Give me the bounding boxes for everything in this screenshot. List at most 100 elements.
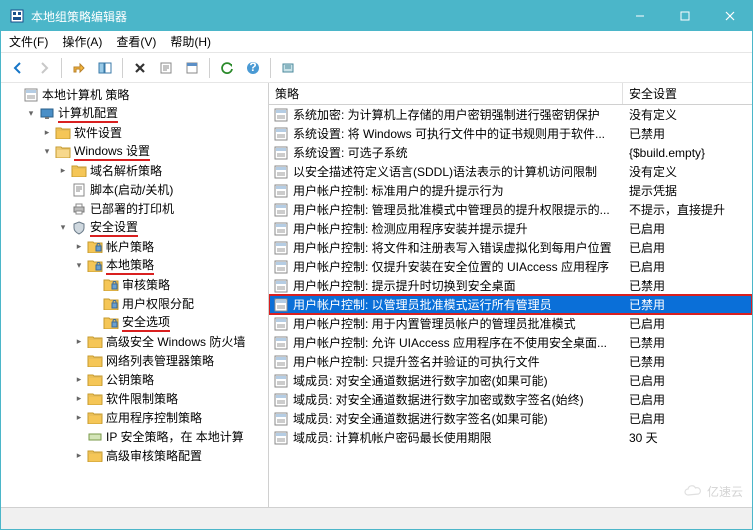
export-button[interactable]: [155, 57, 177, 79]
policy-setting: 已启用: [623, 391, 752, 408]
list-row[interactable]: 用户帐户控制: 以管理员批准模式运行所有管理员 已禁用: [269, 295, 752, 314]
chevron-down-icon[interactable]: ▾: [73, 260, 85, 272]
chevron-down-icon[interactable]: ▾: [57, 222, 69, 234]
up-button[interactable]: [68, 57, 90, 79]
list-row[interactable]: 用户帐户控制: 用于内置管理员帐户的管理员批准模式 已启用: [269, 314, 752, 333]
tree-advanced-firewall[interactable]: ▸ 高级安全 Windows 防火墙: [5, 332, 268, 351]
forward-button[interactable]: [33, 57, 55, 79]
list-header: 策略 安全设置: [269, 83, 752, 105]
tree-user-rights-label: 用户权限分配: [122, 295, 194, 312]
policy-name: 用户帐户控制: 标准用户的提升提示行为: [293, 182, 504, 199]
list-row[interactable]: 系统加密: 为计算机上存储的用户密钥强制进行强密钥保护 没有定义: [269, 105, 752, 124]
policy-item-icon: [273, 240, 289, 256]
tree-user-rights[interactable]: 用户权限分配: [5, 294, 268, 313]
policy-item-icon: [273, 145, 289, 161]
list-row[interactable]: 用户帐户控制: 将文件和注册表写入错误虚拟化到每用户位置 已启用: [269, 238, 752, 257]
list-row[interactable]: 用户帐户控制: 允许 UIAccess 应用程序在不使用安全桌面... 已禁用: [269, 333, 752, 352]
tree-deployed-printers[interactable]: 已部署的打印机: [5, 199, 268, 218]
policy-setting: 已启用: [623, 220, 752, 237]
chevron-right-icon[interactable]: ▸: [73, 393, 85, 405]
tree-computer-config[interactable]: ▾ 计算机配置: [5, 104, 268, 123]
tree-local-policy[interactable]: ▾ 本地策略: [5, 256, 268, 275]
tree-software-restrict-label: 软件限制策略: [106, 390, 178, 407]
tree-windows-settings[interactable]: ▾ Windows 设置: [5, 142, 268, 161]
policy-setting: 没有定义: [623, 163, 752, 180]
tree-app-control[interactable]: ▸ 应用程序控制策略: [5, 408, 268, 427]
policy-setting: 已禁用: [623, 296, 752, 313]
tree-account-policy[interactable]: ▸ 帐户策略: [5, 237, 268, 256]
tree-software-restrict[interactable]: ▸ 软件限制策略: [5, 389, 268, 408]
chevron-right-icon[interactable]: ▸: [73, 336, 85, 348]
tree-software-settings[interactable]: ▸ 软件设置: [5, 123, 268, 142]
chevron-right-icon[interactable]: ▸: [41, 127, 53, 139]
tree-root-icon: [23, 87, 39, 103]
minimize-button[interactable]: [617, 1, 662, 31]
list-row[interactable]: 域成员: 对安全通道数据进行数字签名(如果可能) 已启用: [269, 409, 752, 428]
tree-ip-security[interactable]: IP 安全策略，在 本地计算: [5, 427, 268, 446]
tree-software-settings-label: 软件设置: [74, 124, 122, 141]
list-pane[interactable]: 策略 安全设置 系统加密: 为计算机上存储的用户密钥强制进行强密钥保护 没有定义…: [269, 83, 752, 507]
tree-pane[interactable]: 本地计算机 策略 ▾ 计算机配置 ▸ 软件设置 ▾ Windows 设置 ▸ 域…: [1, 83, 269, 507]
filter-button[interactable]: [277, 57, 299, 79]
chevron-right-icon[interactable]: ▸: [73, 241, 85, 253]
col-policy-header[interactable]: 策略: [269, 83, 623, 104]
showhide-button[interactable]: [94, 57, 116, 79]
menu-help[interactable]: 帮助(H): [170, 33, 211, 50]
window-title: 本地组策略编辑器: [31, 8, 617, 25]
policy-item-icon: [273, 297, 289, 313]
back-button[interactable]: [7, 57, 29, 79]
tree-scripts[interactable]: 脚本(启动/关机): [5, 180, 268, 199]
list-row[interactable]: 用户帐户控制: 管理员批准模式中管理员的提升权限提示的... 不提示，直接提升: [269, 200, 752, 219]
tree-network-list[interactable]: 网络列表管理器策略: [5, 351, 268, 370]
list-row[interactable]: 用户帐户控制: 检测应用程序安装并提示提升 已启用: [269, 219, 752, 238]
menu-file[interactable]: 文件(F): [9, 33, 48, 50]
tree-advanced-firewall-icon: [87, 334, 103, 350]
menu-view[interactable]: 查看(V): [116, 33, 156, 50]
list-row[interactable]: 用户帐户控制: 只提升签名并验证的可执行文件 已禁用: [269, 352, 752, 371]
tree-deployed-printers-icon: [71, 201, 87, 217]
tree-account-policy-icon: [87, 239, 103, 255]
policy-item-icon: [273, 278, 289, 294]
list-row[interactable]: 用户帐户控制: 仅提升安装在安全位置的 UIAccess 应用程序 已启用: [269, 257, 752, 276]
list-row[interactable]: 域成员: 对安全通道数据进行数字加密(如果可能) 已启用: [269, 371, 752, 390]
chevron-down-icon[interactable]: ▾: [41, 146, 53, 158]
maximize-button[interactable]: [662, 1, 707, 31]
tree-advanced-audit[interactable]: ▸ 高级审核策略配置: [5, 446, 268, 465]
tree-audit-policy[interactable]: 审核策略: [5, 275, 268, 294]
chevron-down-icon[interactable]: ▾: [25, 108, 37, 120]
list-row[interactable]: 用户帐户控制: 标准用户的提升提示行为 提示凭据: [269, 181, 752, 200]
help-button[interactable]: ?: [242, 57, 264, 79]
list-row[interactable]: 系统设置: 可选子系统 {$build.empty}: [269, 143, 752, 162]
chevron-right-icon[interactable]: ▸: [73, 374, 85, 386]
chevron-right-icon[interactable]: ▸: [57, 165, 69, 177]
tree-security-options[interactable]: 安全选项: [5, 313, 268, 332]
tree-root[interactable]: 本地计算机 策略: [5, 85, 268, 104]
col-setting-header[interactable]: 安全设置: [623, 85, 752, 102]
tree-dns-policy[interactable]: ▸ 域名解析策略: [5, 161, 268, 180]
policy-name: 系统加密: 为计算机上存储的用户密钥强制进行强密钥保护: [293, 106, 600, 123]
list-row[interactable]: 以安全描述符定义语言(SDDL)语法表示的计算机访问限制 没有定义: [269, 162, 752, 181]
policy-name: 系统设置: 将 Windows 可执行文件中的证书规则用于软件...: [293, 125, 605, 142]
refresh-button[interactable]: [216, 57, 238, 79]
chevron-right-icon[interactable]: ▸: [73, 450, 85, 462]
delete-button[interactable]: [129, 57, 151, 79]
chevron-right-icon[interactable]: ▸: [73, 412, 85, 424]
properties-button[interactable]: [181, 57, 203, 79]
tree-security-settings-icon: [71, 220, 87, 236]
menu-action[interactable]: 操作(A): [62, 33, 102, 50]
tree-security-settings[interactable]: ▾ 安全设置: [5, 218, 268, 237]
list-row[interactable]: 域成员: 计算机帐户密码最长使用期限 30 天: [269, 428, 752, 447]
toolbar-sep: [61, 58, 62, 78]
policy-name: 用户帐户控制: 检测应用程序安装并提示提升: [293, 220, 528, 237]
tree-network-list-icon: [87, 353, 103, 369]
policy-setting: 已启用: [623, 258, 752, 275]
tree-local-policy-label: 本地策略: [106, 256, 154, 275]
policy-name: 用户帐户控制: 用于内置管理员帐户的管理员批准模式: [293, 315, 576, 332]
close-button[interactable]: [707, 1, 752, 31]
list-row[interactable]: 系统设置: 将 Windows 可执行文件中的证书规则用于软件... 已禁用: [269, 124, 752, 143]
list-row[interactable]: 域成员: 对安全通道数据进行数字加密或数字签名(始终) 已启用: [269, 390, 752, 409]
list-row[interactable]: 用户帐户控制: 提示提升时切换到安全桌面 已禁用: [269, 276, 752, 295]
policy-item-icon: [273, 335, 289, 351]
tree-public-key[interactable]: ▸ 公钥策略: [5, 370, 268, 389]
window-root: 本地组策略编辑器 文件(F) 操作(A) 查看(V) 帮助(H) ?: [0, 0, 753, 530]
